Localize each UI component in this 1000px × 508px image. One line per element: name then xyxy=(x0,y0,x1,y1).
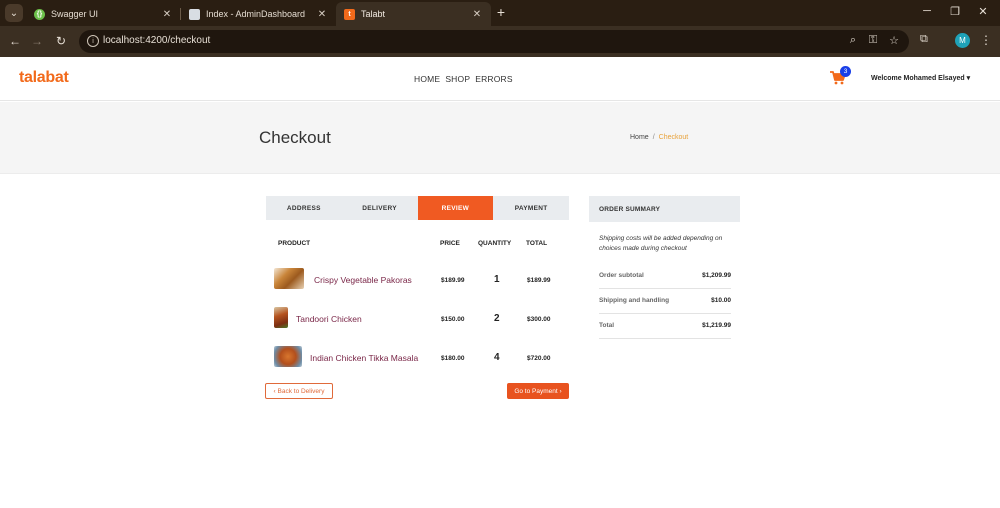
close-window-icon[interactable]: ✕ xyxy=(976,5,990,18)
summary-row: Order subtotal $1,209.99 xyxy=(599,265,731,289)
nav-home[interactable]: HOME xyxy=(414,74,440,84)
breadcrumb-home[interactable]: Home xyxy=(630,134,649,141)
product-link[interactable]: Tandoori Chicken xyxy=(296,314,362,324)
site-info-icon[interactable]: i xyxy=(87,35,99,47)
product-total: $189.99 xyxy=(527,277,551,284)
forward-arrow-icon[interactable]: → xyxy=(30,34,44,48)
product-price: $180.00 xyxy=(441,355,465,362)
summary-row: Shipping and handling $10.00 xyxy=(599,290,731,314)
close-tab-icon[interactable]: ✕ xyxy=(161,9,173,20)
minimize-icon[interactable]: ─ xyxy=(920,5,934,17)
zoom-icon[interactable]: ⌕ xyxy=(846,34,860,47)
page-title: Checkout xyxy=(259,128,331,147)
back-arrow-icon[interactable]: ← xyxy=(8,34,22,48)
breadcrumb: Home / Checkout xyxy=(630,134,688,141)
nav-shop[interactable]: SHOP xyxy=(445,74,470,84)
col-header-quantity: QUANTITY xyxy=(478,240,512,247)
tab-swagger[interactable]: {} Swagger UI ✕ xyxy=(26,2,181,26)
password-key-icon[interactable]: ⚿ xyxy=(866,34,880,47)
summary-label: Total xyxy=(599,322,615,329)
go-to-payment-button[interactable]: Go to Payment › xyxy=(507,383,569,399)
browser-menu-icon[interactable]: ⋮ xyxy=(980,33,992,47)
step-payment[interactable]: PAYMENT xyxy=(493,196,569,220)
tab-talabt[interactable]: t Talabt ✕ xyxy=(336,2,491,26)
table-row: Crispy Vegetable Pakoras $189.99 1 $189.… xyxy=(266,265,569,299)
shipping-note: Shipping costs will be added depending o… xyxy=(599,235,723,252)
order-summary-title: ORDER SUMMARY xyxy=(589,196,740,222)
page-banner: Checkout Home / Checkout xyxy=(0,102,1000,174)
tab-label: Talabt xyxy=(361,9,386,19)
product-price: $150.00 xyxy=(441,316,465,323)
profile-avatar[interactable]: M xyxy=(955,33,970,48)
back-to-delivery-button[interactable]: ‹ Back to Delivery xyxy=(265,383,333,399)
col-header-price: PRICE xyxy=(440,240,460,247)
col-header-total: TOTAL xyxy=(526,240,548,247)
address-bar[interactable]: i localhost:4200/checkout ⌕ ⚿ ☆ xyxy=(79,30,909,53)
site-header: talabat HOME SHOP ERRORS Welcome Mohamed… xyxy=(0,57,1000,101)
close-tab-icon[interactable]: ✕ xyxy=(471,9,483,20)
user-menu-toggle[interactable]: Welcome Mohamed Elsayed ▾ xyxy=(871,74,970,82)
breadcrumb-current: Checkout xyxy=(658,134,689,141)
summary-value: $1,209.99 xyxy=(702,272,731,279)
summary-value: $1,219.99 xyxy=(702,322,731,329)
product-thumbnail[interactable] xyxy=(274,268,304,289)
bookmark-star-icon[interactable]: ☆ xyxy=(887,34,901,47)
tab-admin-dashboard[interactable]: Index - AdminDashboard ✕ xyxy=(181,2,336,26)
summary-label: Shipping and handling xyxy=(599,297,670,304)
summary-value: $10.00 xyxy=(711,297,731,304)
cart-count-badge: 3 xyxy=(840,66,851,77)
table-row: Indian Chicken Tikka Masala $180.00 4 $7… xyxy=(266,343,569,377)
step-review[interactable]: REVIEW xyxy=(417,196,494,220)
breadcrumb-separator: / xyxy=(652,134,655,141)
page-favicon-icon xyxy=(189,8,200,20)
site-logo[interactable]: talabat xyxy=(19,69,69,87)
reload-icon[interactable]: ↻ xyxy=(54,34,68,48)
product-link[interactable]: Crispy Vegetable Pakoras xyxy=(314,275,412,285)
product-price: $189.99 xyxy=(441,277,465,284)
product-quantity: 1 xyxy=(494,274,500,285)
close-tab-icon[interactable]: ✕ xyxy=(316,9,328,20)
step-address[interactable]: ADDRESS xyxy=(266,196,342,220)
table-row: Tandoori Chicken $150.00 2 $300.00 xyxy=(266,304,569,338)
product-thumbnail[interactable] xyxy=(274,307,288,328)
step-delivery[interactable]: DELIVERY xyxy=(342,196,418,220)
nav-errors[interactable]: ERRORS xyxy=(475,74,513,84)
product-total: $720.00 xyxy=(527,355,551,362)
checkout-steps: ADDRESS DELIVERY REVIEW PAYMENT xyxy=(266,196,569,220)
browser-toolbar: ← → ↻ i localhost:4200/checkout ⌕ ⚿ ☆ ⧉ … xyxy=(0,26,1000,57)
summary-row: Total $1,219.99 xyxy=(599,315,731,339)
tab-label: Index - AdminDashboard xyxy=(206,9,306,19)
product-total: $300.00 xyxy=(527,316,551,323)
talabat-favicon-icon: t xyxy=(344,8,355,20)
restore-icon[interactable]: ❐ xyxy=(948,5,962,18)
tab-label: Swagger UI xyxy=(51,9,99,19)
main-nav: HOME SHOP ERRORS xyxy=(414,74,513,84)
col-header-product: PRODUCT xyxy=(278,240,311,247)
product-thumbnail[interactable] xyxy=(274,346,302,367)
swagger-favicon-icon: {} xyxy=(34,8,45,20)
url-text[interactable]: localhost:4200/checkout xyxy=(103,35,210,46)
product-link[interactable]: Indian Chicken Tikka Masala xyxy=(310,353,418,363)
new-tab-icon[interactable]: + xyxy=(493,4,509,20)
tab-search-button[interactable]: ⌄ xyxy=(5,4,23,22)
browser-tabstrip: ⌄ {} Swagger UI ✕ Index - AdminDashboard… xyxy=(0,0,1000,26)
extensions-icon[interactable]: ⧉ xyxy=(920,33,928,46)
summary-label: Order subtotal xyxy=(599,272,644,279)
product-quantity: 4 xyxy=(494,352,500,363)
product-quantity: 2 xyxy=(494,313,500,324)
